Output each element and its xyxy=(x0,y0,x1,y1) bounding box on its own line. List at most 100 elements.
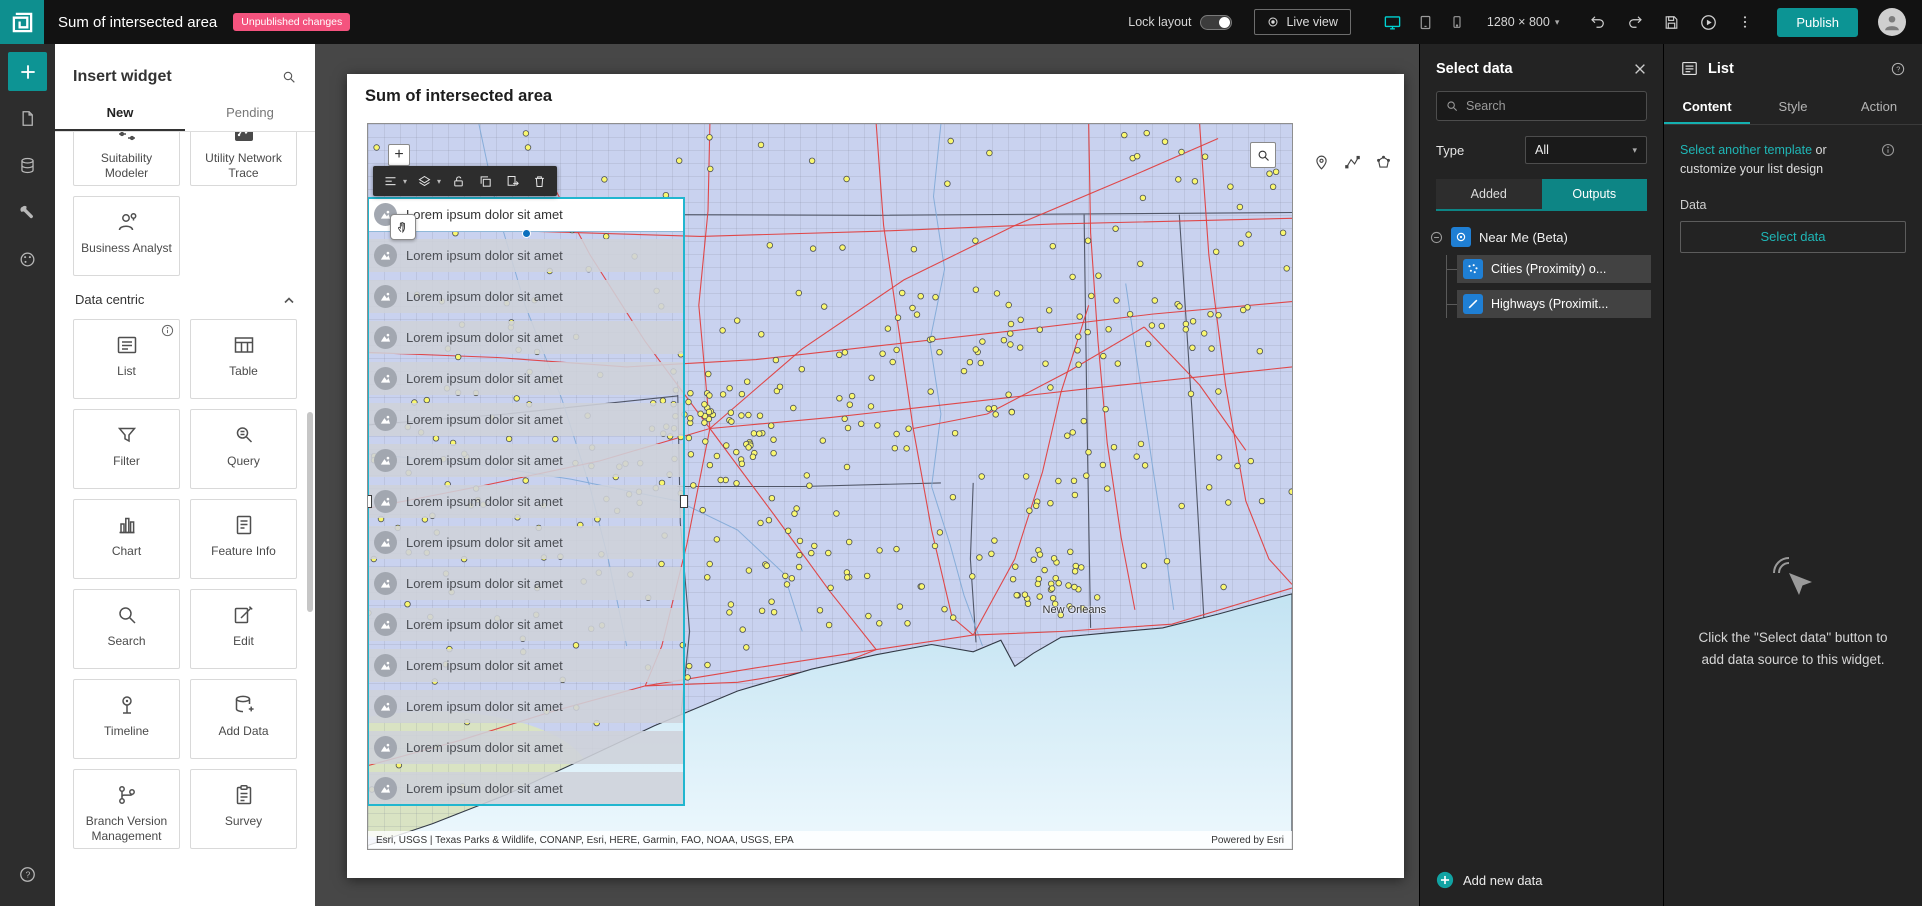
widget-card-query[interactable]: Query xyxy=(190,409,297,489)
resize-handle-left[interactable] xyxy=(368,494,372,508)
tree-node-highways[interactable]: Highways (Proximit... xyxy=(1447,290,1651,318)
empty-state-hint: Click the "Select data" button to add da… xyxy=(1698,629,1888,668)
data-search-box[interactable] xyxy=(1436,91,1647,121)
undo-icon[interactable] xyxy=(1589,13,1607,31)
widget-card-label: Suitability Modeler xyxy=(100,151,153,180)
list-item[interactable]: Lorem ipsum dolor sit amet xyxy=(368,280,684,313)
widget-card-search[interactable]: Search xyxy=(73,589,180,669)
user-avatar[interactable] xyxy=(1878,8,1906,36)
tab-outputs[interactable]: Outputs xyxy=(1541,179,1647,209)
tree-node-cities[interactable]: Cities (Proximity) o... xyxy=(1447,255,1651,283)
list-widget[interactable]: Lorem ipsum dolor sit amet Lorem ipsum do… xyxy=(368,197,688,806)
list-item[interactable]: Lorem ipsum dolor sit amet xyxy=(368,649,684,682)
layers-icon[interactable] xyxy=(412,168,437,194)
tab-action[interactable]: Action xyxy=(1836,90,1922,124)
scrollbar-thumb[interactable] xyxy=(307,412,313,612)
close-icon[interactable] xyxy=(1633,62,1647,76)
search-input[interactable] xyxy=(1466,99,1638,113)
help-icon[interactable]: ? xyxy=(8,855,47,894)
widget-card-chart[interactable]: Chart xyxy=(73,499,180,579)
unlock-icon[interactable] xyxy=(446,168,471,194)
lock-layout-toggle[interactable] xyxy=(1200,14,1233,30)
tools-rail-icon[interactable] xyxy=(8,193,47,232)
map-widget[interactable]: Lorem ipsum dolor sit amet Lorem ipsum do… xyxy=(367,123,1293,850)
add-new-data-button[interactable]: Add new data xyxy=(1420,856,1663,906)
desktop-preview-icon[interactable] xyxy=(1381,11,1404,34)
map-search-button[interactable] xyxy=(1250,142,1276,168)
widget-card-add-data[interactable]: Add Data xyxy=(190,679,297,759)
list-item[interactable]: Lorem ipsum dolor sit amet xyxy=(368,403,684,436)
resize-handle-right[interactable] xyxy=(680,494,688,508)
duplicate-icon[interactable] xyxy=(500,168,525,194)
polygon-select-icon[interactable] xyxy=(1375,154,1392,171)
tab-style[interactable]: Style xyxy=(1750,90,1836,124)
page-rail-icon[interactable] xyxy=(8,99,47,138)
align-icon[interactable] xyxy=(378,168,403,194)
tree-node-near-me[interactable]: Near Me (Beta) xyxy=(1430,227,1651,247)
tab-content[interactable]: Content xyxy=(1664,90,1750,124)
template-selection-dot[interactable] xyxy=(522,229,531,238)
widget-card-suitability-modeler[interactable]: 09 Suitability Modeler xyxy=(73,132,180,186)
widget-card-edit[interactable]: Edit xyxy=(190,589,297,669)
preview-play-icon[interactable] xyxy=(1699,13,1718,32)
widget-card-list[interactable]: List xyxy=(73,319,180,399)
tablet-preview-icon[interactable] xyxy=(1415,12,1436,33)
publish-button[interactable]: Publish xyxy=(1777,7,1858,37)
list-item[interactable]: Lorem ipsum dolor sit amet xyxy=(368,485,684,518)
chevron-down-icon[interactable]: ▾ xyxy=(437,177,441,186)
live-view-button[interactable]: Live view xyxy=(1254,9,1351,35)
save-icon[interactable] xyxy=(1663,14,1680,31)
widget-card-utility-network-trace[interactable]: Utility Network Trace xyxy=(190,132,297,186)
edit-widget-icon xyxy=(232,603,256,627)
data-rail-icon[interactable] xyxy=(8,146,47,185)
theme-rail-icon[interactable] xyxy=(8,240,47,279)
list-item[interactable]: Lorem ipsum dolor sit amet xyxy=(368,239,684,272)
type-dropdown[interactable]: All ▾ xyxy=(1525,136,1647,164)
copy-icon[interactable] xyxy=(473,168,498,194)
resolution-dropdown[interactable]: 1280 × 800 ▾ xyxy=(1487,15,1559,29)
point-select-icon[interactable] xyxy=(1313,154,1330,171)
select-another-template-link[interactable]: Select another template xyxy=(1680,143,1812,157)
polyline-select-icon[interactable] xyxy=(1344,154,1361,171)
widget-card-branch-version-management[interactable]: Branch Version Management xyxy=(73,769,180,849)
widget-card-filter[interactable]: Filter xyxy=(73,409,180,489)
main-body: ? Insert widget New Pending 09 Suitabili… xyxy=(0,44,1922,906)
page-title: Sum of intersected area xyxy=(365,87,553,105)
redo-icon[interactable] xyxy=(1626,13,1644,31)
widget-card-table[interactable]: Table xyxy=(190,319,297,399)
tab-new[interactable]: New xyxy=(55,96,185,131)
insert-widget-rail-icon[interactable] xyxy=(8,52,47,91)
list-item[interactable]: Lorem ipsum dolor sit amet xyxy=(368,567,684,600)
collapse-icon[interactable] xyxy=(1430,231,1443,244)
image-placeholder-icon xyxy=(374,695,397,718)
info-icon[interactable] xyxy=(1881,143,1895,157)
list-item[interactable]: Lorem ipsum dolor sit amet xyxy=(368,731,684,764)
list-item[interactable]: Lorem ipsum dolor sit amet xyxy=(368,690,684,723)
design-canvas[interactable]: Sum of intersected area Lorem ipsum dolo… xyxy=(315,44,1419,906)
search-icon[interactable] xyxy=(281,69,297,85)
list-item[interactable]: Lorem ipsum dolor sit amet xyxy=(368,608,684,641)
more-options-icon[interactable] xyxy=(1737,14,1753,30)
list-item[interactable]: Lorem ipsum dolor sit amet xyxy=(368,772,684,805)
help-icon[interactable]: ? xyxy=(1890,61,1906,77)
tab-added[interactable]: Added xyxy=(1436,179,1542,209)
delete-icon[interactable] xyxy=(527,168,552,194)
widget-card-business-analyst[interactable]: Business Analyst xyxy=(73,196,180,276)
phone-preview-icon[interactable] xyxy=(1447,12,1467,32)
widget-card-survey[interactable]: Survey xyxy=(190,769,297,849)
list-item[interactable]: Lorem ipsum dolor sit amet xyxy=(368,526,684,559)
list-item[interactable]: Lorem ipsum dolor sit amet xyxy=(368,362,684,395)
data-tree: Near Me (Beta) Cities (Proximity) o... H… xyxy=(1430,227,1651,318)
tab-pending[interactable]: Pending xyxy=(185,96,315,131)
widget-card-feature-info[interactable]: Feature Info xyxy=(190,499,297,579)
list-item[interactable]: Lorem ipsum dolor sit amet xyxy=(368,444,684,477)
chevron-down-icon[interactable]: ▾ xyxy=(403,177,407,186)
section-data-centric[interactable]: Data centric xyxy=(75,292,295,307)
info-icon[interactable] xyxy=(161,324,174,337)
artboard[interactable]: Sum of intersected area Lorem ipsum dolo… xyxy=(347,74,1404,878)
zoom-in-button[interactable]: + xyxy=(388,144,410,166)
widget-card-timeline[interactable]: Timeline xyxy=(73,679,180,759)
app-logo-icon[interactable] xyxy=(0,0,44,44)
list-item[interactable]: Lorem ipsum dolor sit amet xyxy=(368,321,684,354)
select-data-button[interactable]: Select data xyxy=(1680,220,1906,253)
